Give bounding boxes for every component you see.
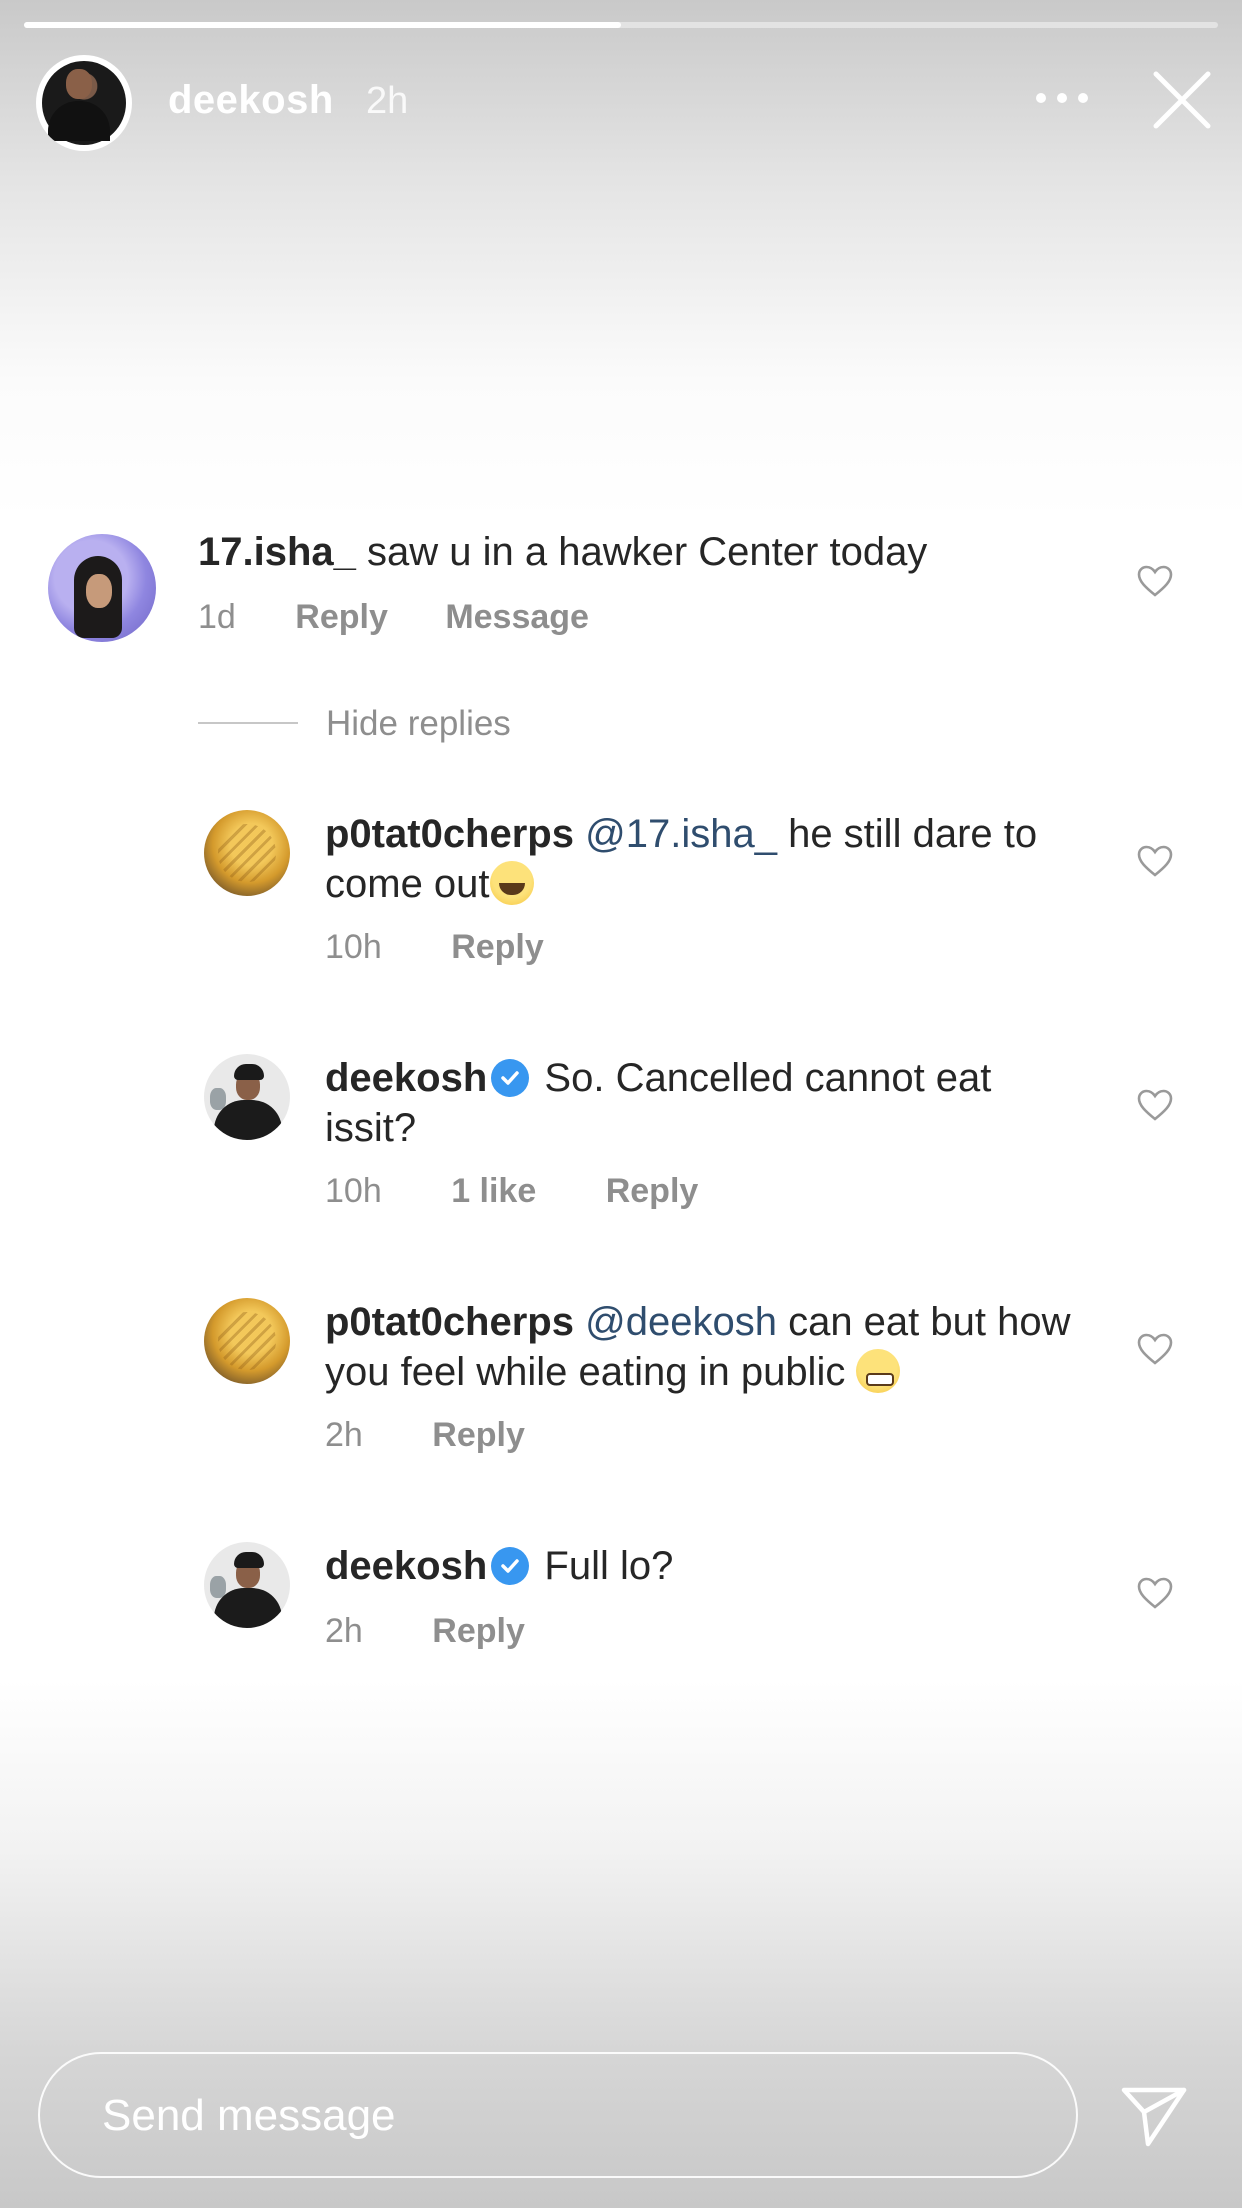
story-author-avatar[interactable]	[36, 55, 132, 151]
story-progress-bar	[24, 22, 1218, 28]
comment-meta: 10h 1 like Reply	[325, 1172, 698, 1211]
comment-meta: 2h Reply	[325, 1416, 525, 1455]
comment-meta: 1d Reply Message	[198, 598, 589, 637]
comment-text: deekosh Full lo?	[325, 1541, 673, 1591]
comment-body: So. Cancelled cannot eat	[544, 1056, 992, 1100]
send-message-field[interactable]	[38, 2052, 1078, 2178]
story-author-username[interactable]: deekosh	[168, 78, 334, 123]
avatar[interactable]	[48, 534, 156, 642]
comment-time: 1d	[198, 598, 236, 636]
reply-button[interactable]: Reply	[606, 1172, 699, 1211]
likes-count[interactable]: 1 like	[451, 1172, 536, 1211]
heart-icon[interactable]	[1136, 844, 1174, 878]
reply-button[interactable]: Reply	[451, 928, 544, 967]
story-header: deekosh 2h	[0, 50, 1242, 151]
verified-badge-icon	[491, 1059, 530, 1097]
story-timestamp: 2h	[366, 80, 409, 122]
comment-body: can eat but how	[788, 1300, 1071, 1344]
story-progress-fill	[24, 22, 621, 28]
comment-username[interactable]: deekosh	[325, 1056, 487, 1100]
comment-text: deekosh So. Cancelled cannot eat	[325, 1053, 991, 1103]
comment-body: come out	[325, 862, 490, 906]
comment-time: 2h	[325, 1612, 363, 1650]
comment-username[interactable]: deekosh	[325, 1544, 487, 1588]
grimacing-face-icon	[856, 1349, 901, 1393]
comment-time: 10h	[325, 928, 382, 966]
grinning-squinting-face-icon	[489, 861, 534, 905]
mention-link[interactable]: @deekosh	[585, 1300, 777, 1344]
comment-body: issit?	[325, 1106, 417, 1150]
send-icon[interactable]	[1118, 2082, 1190, 2150]
close-icon[interactable]	[1150, 68, 1214, 132]
comment-body: Full lo?	[544, 1544, 674, 1588]
comment-meta: 10h Reply	[325, 928, 544, 967]
heart-icon[interactable]	[1136, 1332, 1174, 1366]
comment-body: he still dare to	[788, 812, 1038, 856]
comment-time: 2h	[325, 1416, 363, 1454]
heart-icon[interactable]	[1136, 1576, 1174, 1610]
message-button[interactable]: Message	[445, 598, 589, 637]
more-options-icon[interactable]	[1036, 86, 1088, 110]
heart-icon[interactable]	[1136, 564, 1174, 598]
comment-text: p0tat0cherps @17.isha_ he still dare to	[325, 809, 1037, 859]
heart-icon[interactable]	[1136, 1088, 1174, 1122]
comment-username[interactable]: 17.isha_	[198, 530, 356, 574]
comment-time: 10h	[325, 1172, 382, 1210]
hide-replies-label[interactable]: Hide replies	[326, 704, 511, 744]
comment-username[interactable]: p0tat0cherps	[325, 812, 574, 856]
verified-badge-icon	[491, 1547, 530, 1585]
comment-username[interactable]: p0tat0cherps	[325, 1300, 574, 1344]
avatar[interactable]	[204, 1054, 290, 1140]
comment-body: saw u in a hawker Center today	[367, 530, 928, 574]
reply-button[interactable]: Reply	[432, 1416, 525, 1455]
comment-body: you feel while eating in public	[325, 1350, 846, 1394]
comment-text-continued: issit?	[325, 1103, 416, 1153]
avatar[interactable]	[204, 810, 290, 896]
divider	[198, 722, 298, 724]
avatar[interactable]	[204, 1298, 290, 1384]
reply-button[interactable]: Reply	[295, 598, 388, 637]
comment-text-continued: come out	[325, 859, 534, 909]
comment-text: 17.isha_ saw u in a hawker Center today	[198, 527, 927, 577]
reply-button[interactable]: Reply	[432, 1612, 525, 1651]
send-message-input[interactable]	[100, 2082, 1004, 2150]
comment-text: p0tat0cherps @deekosh can eat but how	[325, 1297, 1071, 1347]
comment-meta: 2h Reply	[325, 1612, 525, 1651]
comment-text-continued: you feel while eating in public	[325, 1347, 901, 1397]
avatar[interactable]	[204, 1542, 290, 1628]
mention-link[interactable]: @17.isha_	[585, 812, 777, 856]
